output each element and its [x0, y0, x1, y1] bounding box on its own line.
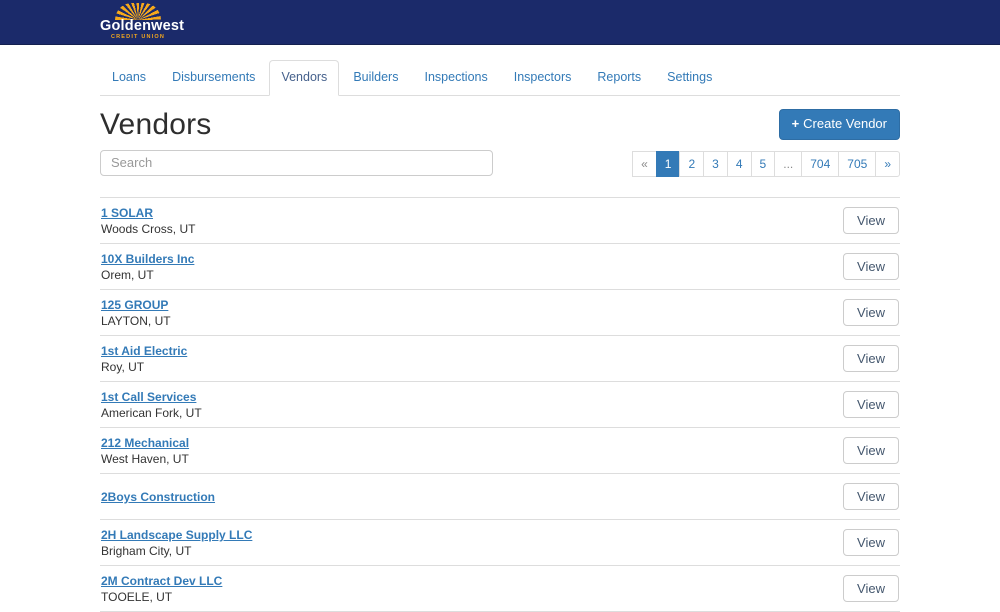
- vendor-info: 1 SOLAR Woods Cross, UT: [101, 203, 195, 237]
- nav-tab-label[interactable]: Loans: [100, 60, 158, 96]
- nav-tab[interactable]: Settings: [655, 60, 724, 96]
- vendor-location: Orem, UT: [101, 268, 194, 283]
- vendor-info: 2Boys Construction: [101, 487, 215, 506]
- vendor-list: 1 SOLAR Woods Cross, UT View 10X Builder…: [100, 197, 900, 612]
- pagination-item-label[interactable]: 1: [656, 151, 681, 177]
- nav-tab-label[interactable]: Vendors: [269, 60, 339, 96]
- vendor-row: 125 GROUP LAYTON, UT View: [100, 290, 900, 336]
- view-button[interactable]: View: [843, 483, 899, 511]
- nav-tab-label[interactable]: Settings: [655, 60, 724, 96]
- vendor-row: 1st Call Services American Fork, UT View: [100, 382, 900, 428]
- pagination-item[interactable]: 4: [728, 151, 752, 177]
- vendor-location: American Fork, UT: [101, 406, 202, 421]
- vendor-info: 1st Call Services American Fork, UT: [101, 387, 202, 421]
- vendor-name-link[interactable]: 2H Landscape Supply LLC: [101, 528, 252, 543]
- nav-tab-label[interactable]: Builders: [341, 60, 410, 96]
- view-button[interactable]: View: [843, 345, 899, 373]
- pagination-item-label[interactable]: ...: [774, 151, 802, 177]
- pagination-item-label[interactable]: »: [875, 151, 900, 177]
- pagination: «12345...704705»: [633, 151, 900, 177]
- vendor-row: 1st Aid Electric Roy, UT View: [100, 336, 900, 382]
- nav-tab-label[interactable]: Inspectors: [502, 60, 584, 96]
- vendor-location: LAYTON, UT: [101, 314, 171, 329]
- vendor-location: TOOELE, UT: [101, 590, 222, 605]
- pagination-item[interactable]: 705: [839, 151, 876, 177]
- goldenwest-logo[interactable]: Goldenwest CREDIT UNION: [100, 3, 176, 40]
- nav-tabs: LoansDisbursementsVendorsBuildersInspect…: [100, 60, 900, 96]
- view-button[interactable]: View: [843, 299, 899, 327]
- pagination-item-label[interactable]: «: [632, 151, 657, 177]
- vendor-info: 2M Contract Dev LLC TOOELE, UT: [101, 571, 222, 605]
- plus-icon: +: [792, 116, 800, 131]
- nav-tab[interactable]: Vendors: [269, 60, 339, 96]
- pagination-item[interactable]: »: [876, 151, 900, 177]
- nav-tab[interactable]: Reports: [585, 60, 653, 96]
- nav-tab-label[interactable]: Inspections: [412, 60, 499, 96]
- nav-tab[interactable]: Inspections: [412, 60, 499, 96]
- pagination-item-label[interactable]: 4: [727, 151, 752, 177]
- view-button[interactable]: View: [843, 575, 899, 603]
- nav-tab[interactable]: Disbursements: [160, 60, 267, 96]
- pagination-item[interactable]: 3: [704, 151, 728, 177]
- pagination-item[interactable]: 2: [680, 151, 704, 177]
- pagination-item-label[interactable]: 704: [801, 151, 839, 177]
- page-title: Vendors: [100, 108, 211, 142]
- vendor-location: Roy, UT: [101, 360, 187, 375]
- vendor-info: 125 GROUP LAYTON, UT: [101, 295, 171, 329]
- pagination-item-label[interactable]: 2: [679, 151, 704, 177]
- app-header: Goldenwest CREDIT UNION: [0, 0, 1000, 45]
- pagination-item-label[interactable]: 705: [838, 151, 876, 177]
- vendor-row: 212 Mechanical West Haven, UT View: [100, 428, 900, 474]
- view-button[interactable]: View: [843, 253, 899, 281]
- vendor-name-link[interactable]: 212 Mechanical: [101, 436, 189, 451]
- vendor-location: Woods Cross, UT: [101, 222, 195, 237]
- nav-tab-label[interactable]: Disbursements: [160, 60, 267, 96]
- logo-tagline: CREDIT UNION: [100, 34, 176, 40]
- view-button[interactable]: View: [843, 437, 899, 465]
- create-vendor-button[interactable]: +Create Vendor: [779, 109, 900, 140]
- vendor-name-link[interactable]: 1st Aid Electric: [101, 344, 187, 359]
- vendor-name-link[interactable]: 1st Call Services: [101, 390, 196, 405]
- pagination-item[interactable]: 5: [752, 151, 776, 177]
- nav-tab-label[interactable]: Reports: [585, 60, 653, 96]
- vendor-row: 1 SOLAR Woods Cross, UT View: [100, 198, 900, 244]
- pagination-item-label[interactable]: 3: [703, 151, 728, 177]
- create-vendor-label: Create Vendor: [803, 116, 887, 131]
- pagination-item[interactable]: ...: [775, 151, 802, 177]
- pagination-item[interactable]: 704: [802, 151, 839, 177]
- view-button[interactable]: View: [843, 529, 899, 557]
- logo-name: Goldenwest: [100, 19, 176, 33]
- vendor-location: West Haven, UT: [101, 452, 189, 467]
- pagination-item[interactable]: 1: [657, 151, 681, 177]
- search-input[interactable]: [100, 150, 493, 176]
- vendor-row: 2H Landscape Supply LLC Brigham City, UT…: [100, 520, 900, 566]
- view-button[interactable]: View: [843, 207, 899, 235]
- vendor-location: Brigham City, UT: [101, 544, 252, 559]
- view-button[interactable]: View: [843, 391, 899, 419]
- nav-tab[interactable]: Inspectors: [502, 60, 584, 96]
- pagination-item-label[interactable]: 5: [751, 151, 776, 177]
- page-header: Vendors +Create Vendor: [100, 108, 900, 142]
- pagination-item[interactable]: «: [633, 151, 657, 177]
- nav-tab[interactable]: Builders: [341, 60, 410, 96]
- vendor-info: 10X Builders Inc Orem, UT: [101, 249, 194, 283]
- vendor-name-link[interactable]: 125 GROUP: [101, 298, 168, 313]
- vendor-name-link[interactable]: 2M Contract Dev LLC: [101, 574, 222, 589]
- vendor-info: 2H Landscape Supply LLC Brigham City, UT: [101, 525, 252, 559]
- vendor-name-link[interactable]: 1 SOLAR: [101, 206, 153, 221]
- vendor-info: 1st Aid Electric Roy, UT: [101, 341, 187, 375]
- vendor-row: 2Boys Construction View: [100, 474, 900, 520]
- vendor-name-link[interactable]: 2Boys Construction: [101, 490, 215, 505]
- vendor-name-link[interactable]: 10X Builders Inc: [101, 252, 194, 267]
- vendor-info: 212 Mechanical West Haven, UT: [101, 433, 189, 467]
- toolbar: «12345...704705»: [100, 150, 900, 177]
- vendor-row: 10X Builders Inc Orem, UT View: [100, 244, 900, 290]
- nav-tab[interactable]: Loans: [100, 60, 158, 96]
